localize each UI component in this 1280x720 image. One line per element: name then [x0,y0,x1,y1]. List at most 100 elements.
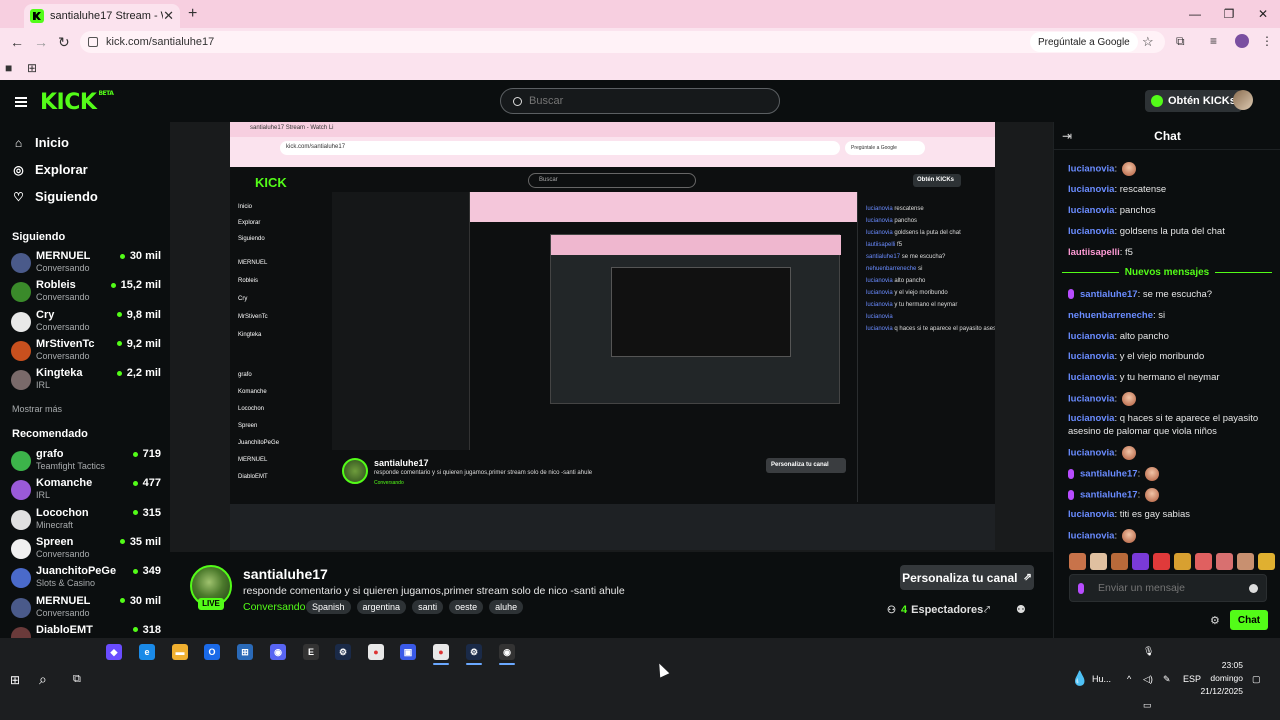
stream-tag[interactable]: oeste [449,600,484,614]
nav-inicio[interactable]: ⌂ Inicio [12,135,69,150]
pen-icon[interactable]: ✎ [1163,674,1171,685]
steam-active-icon[interactable]: ⚙ [466,644,482,660]
epic-icon[interactable]: E [303,644,319,660]
stream-tag[interactable]: santi [412,600,444,614]
share-icon[interactable]: ⤤ [984,604,990,617]
extensions-icon[interactable]: ⧉ [1176,34,1185,49]
stream-tag[interactable]: Spanish [306,600,351,614]
stream-tag[interactable]: argentina [356,600,407,614]
emote-quick-icon[interactable] [1195,553,1212,570]
tray-chevron-icon[interactable]: ^ [1127,674,1131,684]
chat-username[interactable]: lucianovia [1068,184,1114,195]
forward-icon[interactable]: → [34,34,48,50]
reload-icon[interactable]: ↻ [58,34,70,51]
outlook-icon[interactable]: O [204,644,220,660]
customize-channel-button[interactable]: Personaliza tu canal ⇗ [900,565,1034,590]
chat-username[interactable]: lucianovia [1068,509,1114,520]
bookmark-star-icon[interactable]: ☆ [1142,34,1154,50]
sidebar-channel[interactable]: Kingteka IRL 2,2 mil [11,367,161,395]
volume-icon[interactable]: ◁) [1143,674,1153,685]
chat-send-button[interactable]: Chat [1230,610,1268,630]
app-icon[interactable]: ▣ [400,644,416,660]
stream-category[interactable]: Conversando [243,601,305,613]
profile-avatar[interactable] [1235,34,1249,48]
task-view-icon[interactable]: ⧉ [73,673,81,686]
nav-siguiendo[interactable]: ♡ Siguiendo [12,189,98,204]
chat-username[interactable]: lucianovia [1068,448,1114,459]
chat-username[interactable]: lucianovia [1068,226,1114,237]
user-avatar[interactable] [1233,90,1253,110]
channel-name[interactable]: santialuhe17 [243,566,328,582]
chat-username[interactable]: lucianovia [1068,394,1114,405]
obs-icon[interactable]: ◉ [499,644,515,660]
system-clock[interactable]: 23:05 domingo 21/12/2025 [1195,659,1243,698]
sidebar-channel[interactable]: Komanche IRL 477 [11,477,161,505]
weather-icon[interactable]: 💧 [1071,670,1088,687]
close-tab-icon[interactable]: ✕ [163,8,174,24]
emote-quick-icon[interactable] [1132,553,1149,570]
get-kicks-button[interactable]: Obtén KICKs [1145,90,1242,112]
chat-username[interactable]: lucianovia [1068,331,1114,342]
browser-tab[interactable]: santialuhe17 Stream - Watch Li ✕ [24,4,180,28]
media-control-icon[interactable]: ≡ [1210,34,1217,48]
chat-username[interactable]: lucianovia [1068,372,1114,383]
chat-username[interactable]: lucianovia [1068,413,1114,424]
chat-username[interactable]: lucianovia [1068,351,1114,362]
chat-username[interactable]: santialuhe17 [1080,490,1138,501]
chat-username[interactable]: lucianovia [1068,205,1114,216]
close-window-icon[interactable]: ✕ [1246,0,1280,28]
emote-quick-icon[interactable] [1111,553,1128,570]
copilot-icon[interactable]: ◆ [106,644,122,660]
restore-icon[interactable]: ❐ [1212,0,1246,28]
minimize-icon[interactable]: — [1178,0,1212,28]
kick-logo[interactable]: KICK BETA [40,90,114,115]
show-more-link[interactable]: Mostrar más [12,404,62,414]
emoji-picker-icon[interactable] [1249,583,1258,593]
microphone-tray-icon[interactable]: 🎙 [1143,646,1154,657]
store-icon[interactable]: ⊞ [237,644,253,660]
follow-user-icon[interactable]: ⚉ [1016,603,1026,616]
steam-icon[interactable]: ⚙ [335,644,351,660]
emote-quick-icon[interactable] [1174,553,1191,570]
apps-grid-icon[interactable]: ⊞ [27,61,39,75]
chrome-icon[interactable]: ● [368,644,384,660]
chat-username[interactable]: santialuhe17 [1080,289,1138,300]
app-square-icon[interactable]: ■ [5,61,17,75]
chat-username[interactable]: santialuhe17 [1080,469,1138,480]
chat-username[interactable]: lautiisapelli [1068,247,1120,258]
menu-hamburger-icon[interactable] [15,97,27,107]
emote-quick-icon[interactable] [1216,553,1233,570]
emote-quick-icon[interactable] [1258,553,1275,570]
sidebar-channel[interactable]: Spreen Conversando 35 mil [11,536,161,564]
chat-input[interactable] [1098,582,1249,594]
sidebar-channel[interactable]: MERNUEL Conversando 30 mil [11,595,161,623]
emote-quick-icon[interactable] [1153,553,1170,570]
chat-username[interactable]: lucianovia [1068,164,1114,175]
display-tray-icon[interactable]: ▭ [1143,700,1152,711]
discord-icon[interactable]: ◉ [270,644,286,660]
chat-input-box[interactable] [1069,574,1267,602]
url-field[interactable]: kick.com/santialuhe17 [80,31,1165,53]
search-input[interactable] [529,95,729,107]
emote-quick-icon[interactable] [1237,553,1254,570]
sidebar-channel[interactable]: Cry Conversando 9,8 mil [11,309,161,337]
nav-explorar[interactable]: ◎ Explorar [12,162,88,177]
windows-start-icon[interactable]: ⊞ [10,673,20,687]
stream-tag[interactable]: aluhe [489,600,524,614]
search-bar[interactable] [500,88,780,114]
site-info-icon[interactable] [88,37,98,47]
sidebar-channel[interactable]: grafo Teamfight Tactics 719 [11,448,161,476]
new-tab-icon[interactable]: + [188,5,197,23]
notifications-icon[interactable]: ▢ [1252,674,1261,685]
emote-quick-icon[interactable] [1090,553,1107,570]
chat-username[interactable]: lucianovia [1068,531,1114,542]
sidebar-channel[interactable]: MERNUEL Conversando 30 mil [11,250,161,278]
chrome-active-icon[interactable]: ● [433,644,449,660]
chat-username[interactable]: nehuenbarreneche [1068,310,1153,321]
folder-icon[interactable]: ▬ [172,644,188,660]
sidebar-channel[interactable]: Robleis Conversando 15,2 mil [11,279,161,307]
ask-google-button[interactable]: Pregúntale a Google [1030,32,1138,52]
edge-icon[interactable]: e [139,644,155,660]
sidebar-channel[interactable]: MrStivenTc Conversando 9,2 mil [11,338,161,366]
sidebar-channel[interactable]: JuanchitoPeGe Slots & Casino 349 [11,565,161,593]
